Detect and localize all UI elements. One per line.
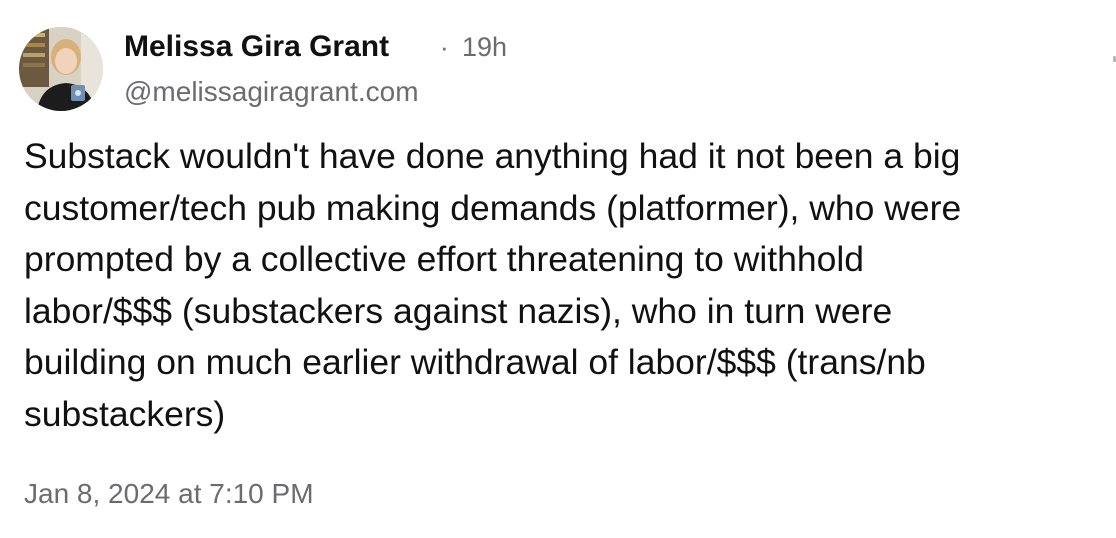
author-name[interactable]: Melissa Gira Grant xyxy=(124,29,389,65)
post-age[interactable]: 19h xyxy=(462,29,507,65)
post-card: Melissa Gira Grant · 19h @melissagiragra… xyxy=(0,0,1116,538)
avatar[interactable] xyxy=(19,27,103,111)
meta-separator: · xyxy=(440,32,449,62)
author-handle[interactable]: @melissagiragrant.com xyxy=(124,74,419,110)
post-timestamp: Jan 8, 2024 at 7:10 PM xyxy=(24,478,314,509)
post-text: Substack wouldn't have done anything had… xyxy=(24,136,962,434)
avatar-photo-icon xyxy=(19,27,103,111)
